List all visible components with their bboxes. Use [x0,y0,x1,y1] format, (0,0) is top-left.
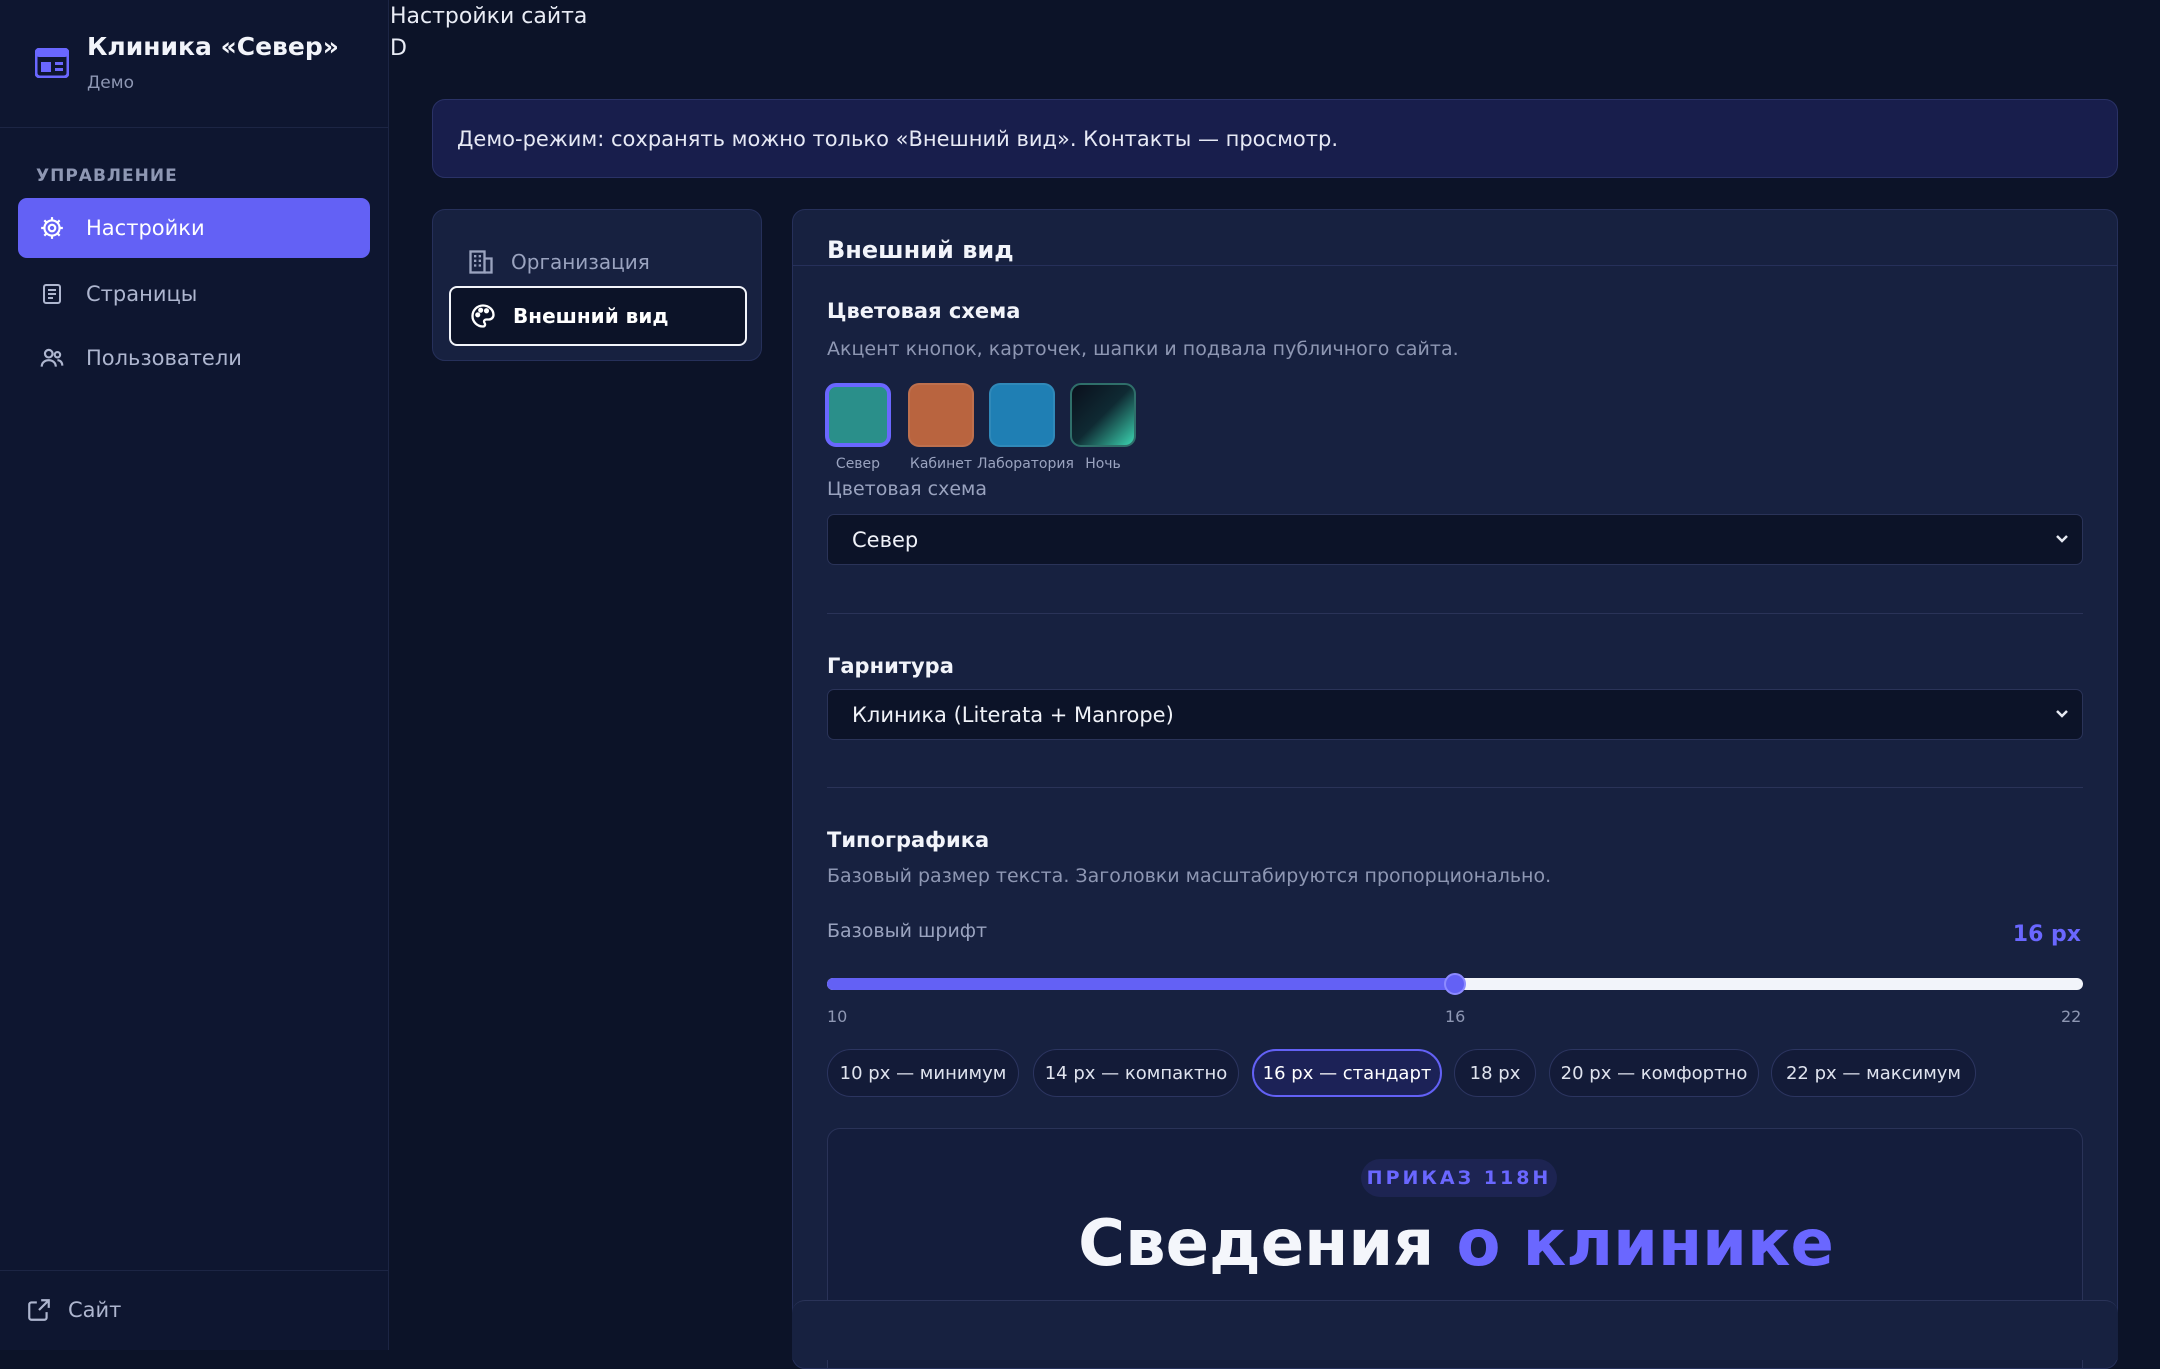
preset-chip-20[interactable]: 20 px — комфортно [1549,1049,1759,1097]
swatch-kabinet[interactable] [908,383,974,447]
tab-appearance[interactable]: Внешний вид [449,286,747,346]
slider-thumb[interactable] [1444,973,1466,995]
font-size-value: 16 px [2012,922,2081,947]
chip-label: 20 px — комфортно [1560,1062,1748,1084]
preset-chip-10[interactable]: 10 px — минимум [827,1049,1019,1097]
preset-chip-18[interactable]: 18 px [1454,1049,1536,1097]
preview-badge: ПРИКАЗ 118Н [1361,1159,1557,1197]
swatch-noch[interactable] [1070,383,1136,447]
typeface-select[interactable]: Клиника (Literata + Manrope) [827,689,2083,740]
divider [793,265,2117,266]
typeface-heading: Гарнитура [827,654,954,678]
action-bar [792,1300,2118,1360]
user-initial: D [390,36,407,61]
swatch-sever[interactable] [825,383,891,447]
palette-icon [471,304,495,328]
card-title: Внешний вид [827,236,1014,264]
users-icon [38,344,66,372]
preview-heading-accent: о клинике [1456,1207,1834,1281]
preview-heading-main: Сведения [1078,1207,1435,1281]
select-value: Север [852,527,919,552]
typography-description: Базовый размер текста. Заголовки масштаб… [827,865,1552,887]
sidebar-item-users[interactable]: Пользователи [18,328,370,388]
chip-label: 10 px — минимум [839,1062,1007,1084]
chip-label: 16 px — стандарт [1262,1062,1432,1084]
tab-label: Внешний вид [513,304,669,328]
select-value: Клиника (Literata + Manrope) [852,702,1174,727]
typography-heading: Типографика [827,828,990,852]
slider-tick-max: 22 [2061,1007,2082,1026]
swatch-label: Кабинет [909,456,973,472]
chip-label: 18 px [1469,1062,1521,1084]
color-scheme-select-label: Цветовая схема [827,478,987,500]
page-title: Настройки сайта [390,4,588,29]
color-scheme-select[interactable]: Север [827,514,2083,565]
building-icon [469,250,493,274]
document-icon [38,280,66,308]
preset-chip-14[interactable]: 14 px — компактно [1033,1049,1239,1097]
brand: Клиника «Север» Демо [0,0,389,128]
sidebar-item-label: Пользователи [86,346,242,370]
divider [827,787,2083,788]
sidebar: Клиника «Север» Демо УПРАВЛЕНИЕ Настройк… [0,0,389,1350]
font-size-label: Базовый шрифт [827,920,988,942]
sidebar-footer: Сайт [0,1270,389,1350]
slider-tick-mid: 16 [1445,1007,1466,1026]
chevron-down-icon [2056,535,2068,543]
site-link[interactable]: Сайт [26,1297,121,1323]
demo-banner: Демо-режим: сохранять можно только «Внеш… [432,99,2118,178]
swatch-label: Лаборатория [977,456,1074,472]
external-link-icon [28,1299,50,1321]
slider-tick-min: 10 [827,1007,848,1026]
layout-icon [35,48,69,78]
sidebar-item-pages[interactable]: Страницы [18,264,370,324]
divider [827,613,2083,614]
sidebar-item-label: Настройки [86,216,205,240]
preset-chip-22[interactable]: 22 px — максимум [1771,1049,1976,1097]
swatch-label: Ночь [1085,456,1121,472]
chip-label: 22 px — максимум [1785,1062,1962,1084]
chevron-down-icon [2056,710,2068,718]
slider-fill [827,978,1455,990]
font-size-slider[interactable] [827,973,2083,995]
color-scheme-heading: Цветовая схема [827,299,1021,323]
settings-tabs: Организация Внешний вид [432,209,762,361]
site-link-label: Сайт [68,1298,122,1322]
preset-chip-16[interactable]: 16 px — стандарт [1252,1049,1442,1097]
swatch-laboratoriya[interactable] [989,383,1055,447]
gear-icon [38,214,66,242]
brand-subtitle: Демо [87,73,134,93]
sidebar-item-settings[interactable]: Настройки [18,198,370,258]
color-scheme-description: Акцент кнопок, карточек, шапки и подвала… [827,338,1459,360]
section-label: УПРАВЛЕНИЕ [36,166,178,186]
chip-label: 14 px — компактно [1044,1062,1228,1084]
preview-heading: Сведения о клинике [828,1207,2084,1281]
sidebar-item-label: Страницы [86,282,198,306]
appearance-card: Внешний вид Цветовая схема Акцент кнопок… [792,209,2118,1369]
swatch-label: Север [835,456,881,472]
tab-label: Организация [511,250,650,274]
tab-organization[interactable]: Организация [449,232,747,292]
brand-title: Клиника «Север» [87,32,339,61]
